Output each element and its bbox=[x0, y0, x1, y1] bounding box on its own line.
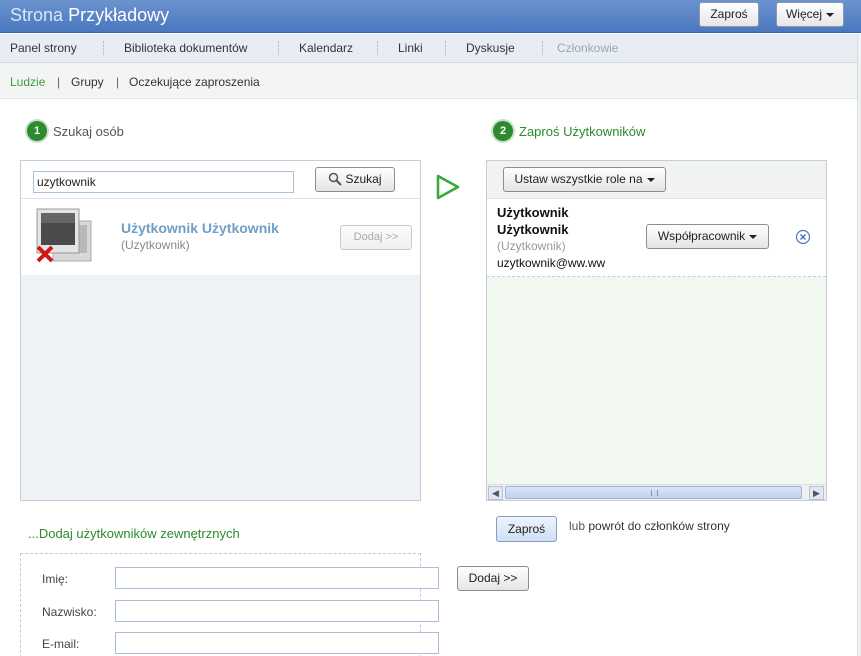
header-invite-button[interactable]: Zaproś bbox=[699, 2, 759, 27]
invitee-role-dropdown[interactable]: Współpracownik bbox=[646, 224, 769, 249]
subnav-item-pending-invites[interactable]: Oczekujące zaproszenia bbox=[129, 75, 260, 89]
page-scrollbar-edge bbox=[857, 34, 861, 656]
or-text: lub bbox=[569, 519, 586, 533]
step-search-people-label: Szukaj osób bbox=[53, 123, 124, 139]
more-menu-label: Więcej bbox=[785, 7, 822, 21]
site-title: Strona Przykładowy bbox=[10, 5, 169, 26]
user-avatar-placeholder-icon bbox=[36, 208, 92, 263]
nav-divider bbox=[278, 41, 279, 55]
nav-divider bbox=[445, 41, 446, 55]
external-users-form: Imię: Nazwisko: E-mail: bbox=[20, 553, 439, 656]
invite-button[interactable]: Zaproś bbox=[496, 516, 557, 542]
invitee-last-name: Użytkownik bbox=[497, 222, 569, 237]
first-name-field[interactable] bbox=[115, 567, 439, 589]
site-header: Strona Przykładowy Zaproś Więcej bbox=[0, 0, 861, 33]
set-all-roles-label: Ustaw wszystkie role na bbox=[514, 172, 643, 186]
nav-item-dashboard[interactable]: Panel strony bbox=[10, 41, 77, 55]
caret-down-icon bbox=[826, 12, 834, 17]
last-name-field[interactable] bbox=[115, 600, 439, 622]
add-user-button-label: Dodaj >> bbox=[353, 231, 399, 243]
grip-icon bbox=[651, 490, 658, 496]
invitee-username: (Uzytkownik) bbox=[497, 239, 566, 253]
set-roles-row: Ustaw wszystkie role na bbox=[487, 161, 826, 199]
members-subnav: Ludzie | Grupy | Oczekujące zaproszenia bbox=[0, 63, 857, 99]
add-user-button[interactable]: Dodaj >> bbox=[340, 225, 412, 250]
subnav-separator: | bbox=[116, 75, 120, 89]
step-search-people: 1 Szukaj osób bbox=[27, 121, 124, 141]
magnifier-icon bbox=[329, 172, 343, 186]
add-external-user-button[interactable]: Dodaj >> bbox=[457, 566, 529, 591]
subnav-separator: | bbox=[57, 75, 61, 89]
invitee-email: uzytkownik@ww.ww bbox=[497, 256, 606, 270]
result-user-name[interactable]: Użytkownik Użytkownik bbox=[121, 220, 279, 236]
nav-item-links[interactable]: Linki bbox=[398, 41, 423, 55]
step-number-badge: 2 bbox=[493, 121, 513, 141]
invite-users-panel: Ustaw wszystkie role na Użytkownik Użytk… bbox=[486, 160, 827, 501]
invitee-full-name: Użytkownik Użytkownik bbox=[497, 204, 607, 238]
invitee-first-name: Użytkownik bbox=[497, 205, 569, 220]
scroll-left-icon[interactable]: ◀ bbox=[488, 486, 503, 500]
email-label: E-mail: bbox=[42, 637, 80, 651]
play-arrow-icon bbox=[436, 174, 460, 200]
remove-invitee-icon[interactable] bbox=[795, 229, 811, 245]
back-to-members: lub powrót do członków strony bbox=[569, 519, 730, 533]
step-invite-users-label: Zaproś Użytkowników bbox=[519, 123, 646, 139]
more-menu-button[interactable]: Więcej bbox=[776, 2, 844, 27]
first-name-label: Imię: bbox=[42, 572, 69, 586]
caret-down-icon bbox=[646, 177, 655, 182]
header-invite-label: Zaproś bbox=[710, 7, 748, 21]
last-name-label: Nazwisko: bbox=[42, 605, 97, 619]
site-title-name: Przykładowy bbox=[68, 5, 170, 25]
nav-divider bbox=[103, 41, 104, 55]
invite-button-label: Zaproś bbox=[507, 522, 546, 536]
step-invite-users: 2 Zaproś Użytkowników bbox=[493, 121, 645, 141]
nav-item-document-library[interactable]: Biblioteka dokumentów bbox=[124, 41, 247, 55]
back-to-members-link[interactable]: powrót do członków strony bbox=[588, 519, 729, 533]
subnav-item-groups[interactable]: Grupy bbox=[71, 75, 104, 89]
search-result-row: Użytkownik Użytkownik (Uzytkownik) Dodaj… bbox=[21, 199, 420, 275]
add-external-user-label: Dodaj >> bbox=[468, 571, 518, 585]
search-button[interactable]: Szukaj bbox=[315, 167, 395, 192]
scrollbar-thumb[interactable] bbox=[505, 486, 802, 499]
external-users-heading: ...Dodaj użytkowników zewnętrznych bbox=[28, 526, 240, 541]
scroll-right-icon[interactable]: ▶ bbox=[809, 486, 824, 500]
subnav-item-people[interactable]: Ludzie bbox=[10, 75, 45, 89]
caret-down-icon bbox=[749, 234, 758, 239]
nav-item-discussions[interactable]: Dyskusje bbox=[466, 41, 515, 55]
nav-item-calendar[interactable]: Kalendarz bbox=[299, 41, 353, 55]
site-title-prefix: Strona bbox=[10, 5, 64, 25]
people-search-input[interactable] bbox=[33, 171, 294, 193]
invitee-row: Użytkownik Użytkownik (Uzytkownik) uzytk… bbox=[487, 199, 826, 277]
nav-item-members[interactable]: Członkowie bbox=[557, 41, 618, 55]
invitee-role-label: Współpracownik bbox=[657, 229, 746, 243]
nav-divider bbox=[377, 41, 378, 55]
set-all-roles-dropdown[interactable]: Ustaw wszystkie role na bbox=[503, 167, 666, 192]
step-number-badge: 1 bbox=[27, 121, 47, 141]
site-navigation: Panel strony Biblioteka dokumentów Kalen… bbox=[0, 34, 857, 63]
nav-divider bbox=[542, 41, 543, 55]
search-button-label: Szukaj bbox=[345, 172, 382, 186]
email-field[interactable] bbox=[115, 632, 439, 654]
people-search-panel: Szukaj Użytkownik Użytkownik (Uzytkownik… bbox=[20, 160, 421, 501]
result-username: (Uzytkownik) bbox=[121, 238, 190, 252]
horizontal-scrollbar[interactable]: ◀ ▶ bbox=[487, 484, 826, 500]
search-row: Szukaj bbox=[21, 161, 420, 199]
